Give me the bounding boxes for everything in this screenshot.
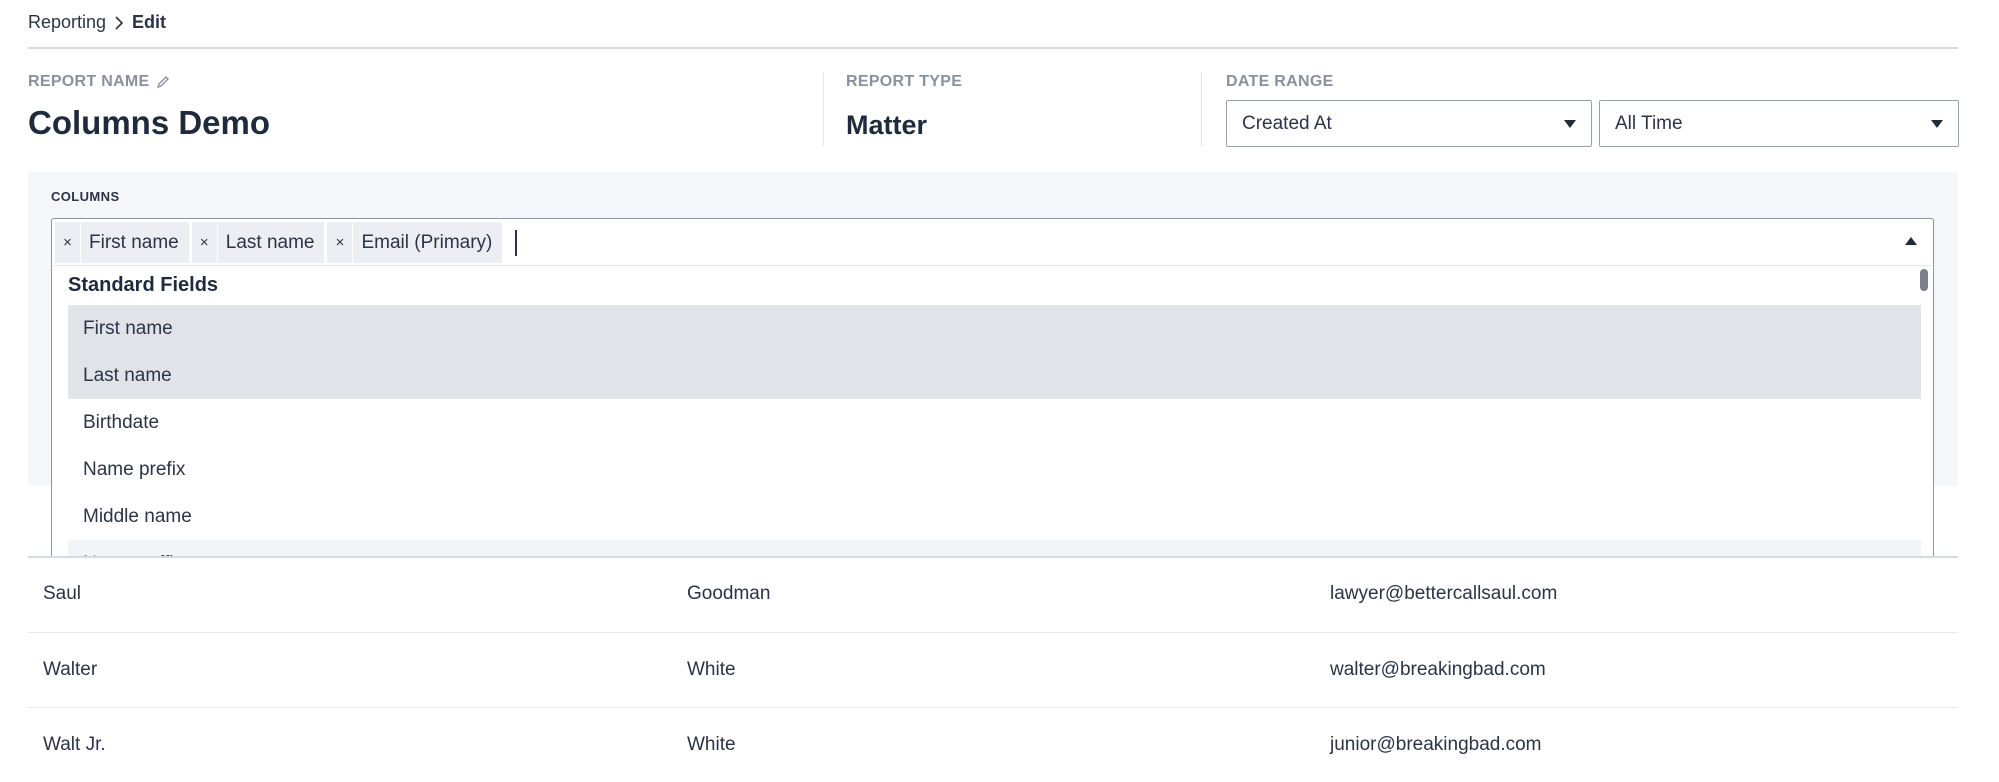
table-cell-first-name: Walter [43,658,98,680]
date-field-select-value: Created At [1242,112,1332,134]
report-type-label: REPORT TYPE [846,73,963,90]
columns-label: COLUMNS [51,189,120,204]
breadcrumb-parent-link[interactable]: Reporting [28,12,106,33]
header-divider [28,47,1958,49]
dropdown-option[interactable]: Name prefix [68,446,1921,493]
caret-down-icon [1931,119,1943,128]
dropdown-scrollbar[interactable] [1920,266,1931,557]
columns-multiselect[interactable]: × First name × Last name × Email (Primar… [51,218,1934,266]
caret-up-icon[interactable] [1905,237,1917,245]
dropdown-group-label: Standard Fields [68,274,219,296]
table-cell-email: junior@breakingbad.com [1330,733,1542,755]
column-tag: × First name [55,222,189,263]
date-range-label: DATE RANGE [1226,73,1334,90]
dropdown-scrollbar-thumb[interactable] [1920,269,1928,291]
caret-down-icon [1564,119,1576,128]
table-cell-first-name: Saul [43,582,82,604]
table-row[interactable]: Saul Goodman lawyer@bettercallsaul.com [28,556,1958,631]
pencil-icon[interactable] [156,75,170,89]
column-tag-label: First name [89,231,179,253]
date-range-select-value: All Time [1615,112,1683,134]
column-tag-label: Email (Primary) [361,231,493,253]
table-cell-first-name: Walt Jr. [43,733,106,755]
close-icon[interactable]: × [55,222,81,263]
table-cell-last-name: Goodman [687,582,771,604]
report-type-value: Matter [846,110,928,140]
table-cell-last-name: White [687,658,736,680]
date-range-select[interactable]: All Time [1599,100,1959,147]
dropdown-option[interactable]: First name [68,305,1921,352]
table-cell-last-name: White [687,733,736,755]
breadcrumb-current: Edit [132,12,167,32]
close-icon[interactable]: × [327,222,354,263]
text-cursor[interactable] [515,229,518,256]
close-icon[interactable]: × [192,222,218,263]
table-row[interactable]: Walter White walter@breakingbad.com [28,632,1958,707]
table-cell-email: walter@breakingbad.com [1330,658,1546,680]
dropdown-option[interactable]: Last name [68,352,1921,399]
breadcrumb: Reporting Edit [28,12,166,33]
columns-dropdown-menu: Standard Fields First name Last name Bir… [51,265,1934,558]
date-field-select[interactable]: Created At [1226,100,1592,147]
column-tag: × Last name [191,222,325,263]
meta-divider [1201,72,1202,146]
column-tag-label: Last name [225,231,315,253]
meta-divider [823,72,824,146]
table-cell-email: lawyer@bettercallsaul.com [1330,582,1558,604]
table-row[interactable]: Walt Jr. White junior@breakingbad.com [28,707,1958,782]
report-name-label-text: REPORT NAME [28,73,150,90]
report-name-value[interactable]: Columns Demo [28,104,270,142]
column-tag: × Email (Primary) [327,222,503,263]
chevron-right-icon [114,15,124,30]
report-name-label: REPORT NAME [28,73,170,91]
dropdown-option[interactable]: Middle name [68,493,1921,540]
dropdown-option[interactable]: Birthdate [68,399,1921,446]
